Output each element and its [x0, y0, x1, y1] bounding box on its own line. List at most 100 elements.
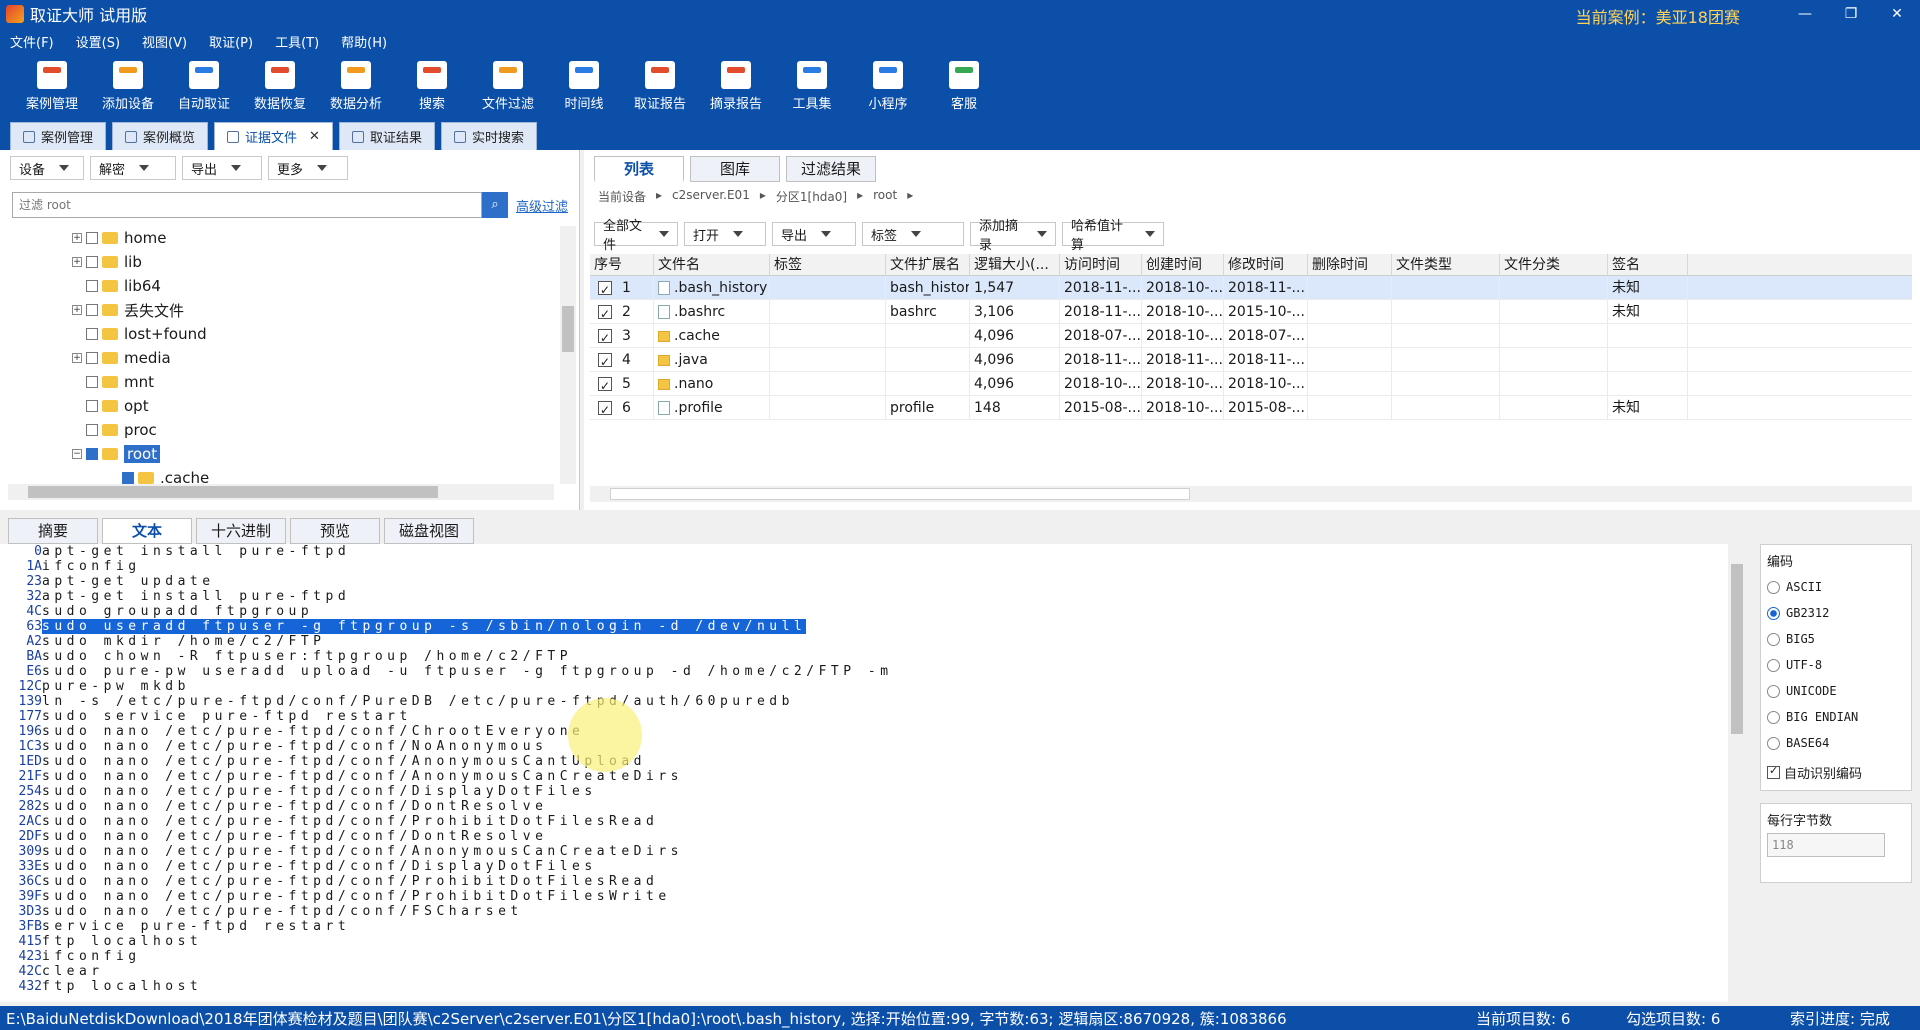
tab-summary[interactable]: 摘要 [8, 518, 98, 544]
breadcrumb-item[interactable]: 分区1[hda0] [776, 188, 847, 205]
column-header[interactable]: 文件类型 [1392, 254, 1500, 275]
hash-calc-dropdown[interactable]: 哈希值计算 [1062, 219, 1164, 253]
tree-checkbox[interactable] [86, 328, 98, 340]
encoding-radio[interactable]: UNICODE [1767, 678, 1907, 704]
add-excerpt-dropdown[interactable]: 添加摘录 [970, 219, 1056, 253]
tree-node-label[interactable]: lib64 [124, 277, 161, 295]
tree-vertical-scrollbar[interactable] [560, 226, 576, 484]
tree-node-label[interactable]: proc [124, 421, 157, 439]
menu-settings[interactable]: 设置(S) [76, 32, 120, 51]
tree-node[interactable]: + media [0, 346, 560, 370]
column-header[interactable]: 修改时间 [1224, 254, 1308, 275]
column-header[interactable]: 文件名 [654, 254, 770, 275]
tree-node[interactable]: opt [0, 394, 560, 418]
tab-case-overview[interactable]: 案例概览 [112, 122, 209, 150]
table-row[interactable]: 5.nano4,0962018-10-...2018-10-...2018-10… [590, 372, 1912, 396]
column-header[interactable]: 签名 [1608, 254, 1688, 275]
search-button[interactable]: 搜索 [394, 54, 470, 118]
data-analysis-button[interactable]: 数据分析 [318, 54, 394, 118]
text-viewer[interactable]: 0 apt-get install pure-ftpd 1A ifconfig 23 ap… [0, 544, 1746, 1002]
tree-node-label[interactable]: media [124, 349, 171, 367]
breadcrumb-item[interactable]: root [873, 188, 897, 205]
auto-detect-checkbox[interactable]: 自动识别编码 [1767, 760, 1907, 784]
tree-node[interactable]: .cache [0, 466, 560, 484]
data-recovery-button[interactable]: 数据恢复 [242, 54, 318, 118]
encoding-radio[interactable]: BIG5 [1767, 626, 1907, 652]
tree-expand-icon[interactable]: + [72, 353, 82, 363]
tag-dropdown[interactable]: 标签 [862, 222, 964, 246]
export-dropdown[interactable]: 导出 [182, 156, 262, 180]
row-checkbox[interactable] [598, 326, 612, 347]
column-header[interactable]: 逻辑大小(... [970, 254, 1060, 275]
minimize-icon[interactable]: — [1782, 0, 1828, 28]
timeline-button[interactable]: 时间线 [546, 54, 622, 118]
table-row[interactable]: 1.bash_historybash_history1,5472018-11-.… [590, 276, 1912, 300]
tab-disk-view[interactable]: 磁盘视图 [384, 518, 474, 544]
close-tab-icon[interactable]: ✕ [309, 129, 320, 144]
tree-node[interactable]: + lib [0, 250, 560, 274]
table-row[interactable]: 2 .bashrc bashrc3,1062018-11-...2018-10-..… [590, 300, 1912, 324]
device-dropdown[interactable]: 设备 [10, 156, 84, 180]
column-header[interactable]: 标签 [770, 254, 886, 275]
tree-checkbox[interactable] [86, 424, 98, 436]
tab-text[interactable]: 文本 [102, 518, 192, 544]
scrollbar-thumb[interactable] [610, 488, 1190, 500]
tree-node-label[interactable]: 丢失文件 [124, 300, 184, 321]
mini-program-button[interactable]: 小程序 [850, 54, 926, 118]
tab-list[interactable]: 列表 [594, 156, 684, 182]
tree-horizontal-scrollbar[interactable] [8, 484, 554, 500]
close-window-icon[interactable]: ✕ [1874, 0, 1920, 28]
tree-node[interactable]: lib64 [0, 274, 560, 298]
tree-expand-icon[interactable]: + [72, 305, 82, 315]
tree-checkbox[interactable] [86, 304, 98, 316]
case-management-button[interactable]: 案例管理 [14, 54, 90, 118]
column-header[interactable]: 文件分类 [1500, 254, 1608, 275]
encoding-radio[interactable]: GB2312 [1767, 600, 1907, 626]
excerpt-report-button[interactable]: 摘录报告 [698, 54, 774, 118]
tree-expand-icon[interactable]: − [72, 449, 82, 459]
tree-checkbox[interactable] [86, 400, 98, 412]
encoding-radio[interactable]: ASCII [1767, 574, 1907, 600]
table-row[interactable]: 6.profileprofile1482015-08-...2018-10-..… [590, 396, 1912, 420]
export-files-dropdown[interactable]: 导出 [772, 222, 856, 246]
column-header[interactable]: 访问时间 [1060, 254, 1142, 275]
row-checkbox[interactable] [598, 374, 612, 395]
tree-expand-icon[interactable]: + [72, 257, 82, 267]
breadcrumb-item[interactable]: c2server.E01 [672, 188, 750, 205]
column-header[interactable]: 文件扩展名 [886, 254, 970, 275]
tree-node[interactable]: − root [0, 442, 560, 466]
add-device-button[interactable]: 添加设备 [90, 54, 166, 118]
tree-expand-icon[interactable]: + [72, 233, 82, 243]
tree-checkbox[interactable] [86, 232, 98, 244]
encoding-radio[interactable]: BASE64 [1767, 730, 1907, 756]
row-checkbox[interactable] [598, 350, 612, 371]
tree-node[interactable]: proc [0, 418, 560, 442]
tree-node[interactable]: + home [0, 226, 560, 250]
column-header[interactable]: 创建时间 [1142, 254, 1224, 275]
tab-gallery[interactable]: 图库 [690, 156, 780, 182]
column-header[interactable]: 序号 [590, 254, 654, 275]
table-row[interactable]: 3.cache4,0962018-07-...2018-10-...2018-0… [590, 324, 1912, 348]
tree-checkbox[interactable] [122, 472, 134, 484]
maximize-icon[interactable]: ❐ [1828, 0, 1874, 28]
column-header[interactable]: 删除时间 [1308, 254, 1392, 275]
row-checkbox[interactable] [598, 278, 612, 299]
tree-filter-input[interactable] [12, 192, 482, 218]
row-checkbox[interactable] [598, 398, 612, 419]
menu-file[interactable]: 文件(F) [10, 32, 54, 51]
tree-node[interactable]: lost+found [0, 322, 560, 346]
tree-checkbox[interactable] [86, 280, 98, 292]
menu-tools[interactable]: 工具(T) [275, 32, 319, 51]
tree-node-label[interactable]: lib [124, 253, 142, 271]
tab-case-management[interactable]: 案例管理 [10, 122, 107, 150]
tree-node-label[interactable]: home [124, 229, 167, 247]
tab-preview[interactable]: 预览 [290, 518, 380, 544]
table-row[interactable]: 4.java4,0962018-11-...2018-11-...2018-11… [590, 348, 1912, 372]
forensics-report-button[interactable]: 取证报告 [622, 54, 698, 118]
advanced-filter-link[interactable]: 高级过滤 [516, 196, 568, 215]
tab-forensics-results[interactable]: 取证结果 [338, 122, 435, 150]
open-dropdown[interactable]: 打开 [684, 222, 766, 246]
tree-node-label[interactable]: lost+found [124, 325, 207, 343]
row-checkbox[interactable] [598, 302, 612, 323]
tab-filter-results[interactable]: 过滤结果 [786, 156, 876, 182]
